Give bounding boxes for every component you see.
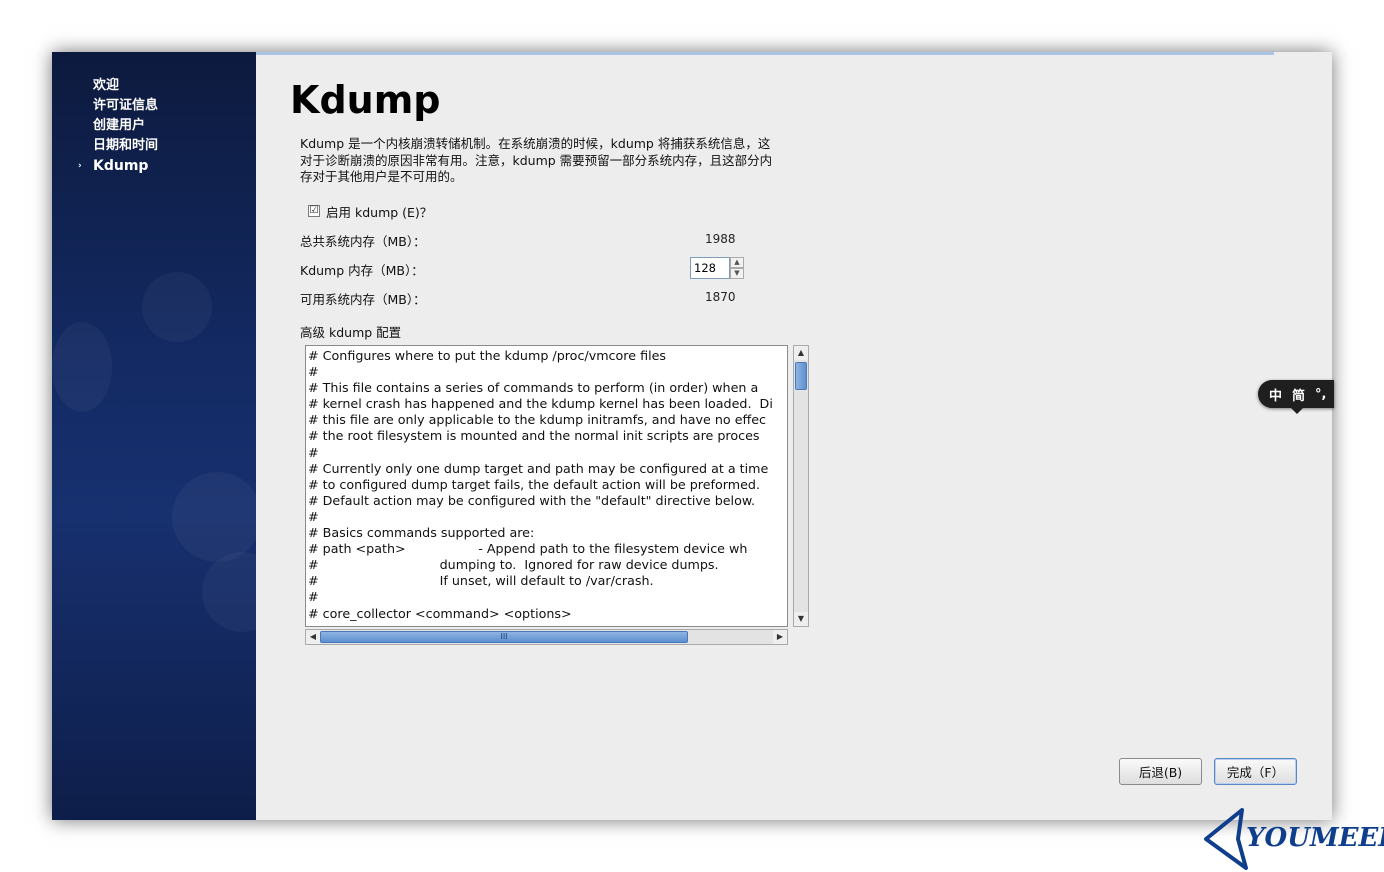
config-text[interactable]: # Configures where to put the kdump /pro…	[306, 346, 787, 622]
youmeek-watermark-logo: YOUMEEK	[1202, 808, 1384, 870]
firstboot-window: 欢迎 许可证信息 创建用户 日期和时间 › Kdump Kdump Kdump 是…	[52, 52, 1332, 820]
kdump-description: Kdump 是一个内核崩溃转储机制。在系统崩溃的时候，kdump 将捕获系统信息…	[300, 136, 773, 184]
vertical-scrollbar[interactable]: ▲ ▼	[793, 345, 809, 627]
sidebar-item-welcome: 欢迎	[93, 78, 120, 93]
scroll-down-icon[interactable]: ▼	[794, 612, 808, 626]
total-memory-value: 1988	[705, 232, 736, 246]
advanced-config-title: 高级 kdump 配置	[300, 325, 402, 340]
ime-punctuation-mode[interactable]: °,	[1315, 387, 1326, 402]
total-memory-label: 总共系统内存（MB）：	[300, 234, 426, 249]
kdump-memory-label: Kdump 内存（MB）：	[300, 263, 424, 278]
input-method-toolbar[interactable]: 中 简 °,	[1258, 380, 1334, 414]
spin-up-icon[interactable]: ▲	[730, 257, 744, 268]
scroll-up-icon[interactable]: ▲	[794, 346, 808, 360]
usable-memory-value: 1870	[705, 290, 736, 304]
watermark-text: YOUMEEK	[1246, 823, 1384, 853]
ime-simplified-mode[interactable]: 简	[1292, 385, 1305, 404]
ime-chinese-mode[interactable]: 中	[1269, 385, 1282, 404]
scroll-right-icon[interactable]: ▶	[773, 630, 787, 644]
kdump-config-editor[interactable]: # Configures where to put the kdump /pro…	[305, 345, 788, 627]
back-button[interactable]: 后退(B)	[1119, 758, 1202, 785]
usable-memory-label: 可用系统内存（MB）：	[300, 292, 426, 307]
sidebar-nav: 欢迎 许可证信息 创建用户 日期和时间 › Kdump	[78, 76, 159, 176]
scroll-left-icon[interactable]: ◀	[306, 630, 320, 644]
enable-kdump-label: 启用 kdump (E)？	[326, 204, 433, 220]
horizontal-scroll-thumb[interactable]: III	[320, 631, 688, 643]
page-title: Kdump	[290, 78, 441, 122]
kdump-memory-input[interactable]	[690, 257, 730, 279]
enable-kdump-checkbox[interactable]: ☑	[308, 205, 320, 217]
kdump-memory-spinner[interactable]: ▲ ▼	[690, 257, 746, 279]
horizontal-scrollbar[interactable]: ◀ III ▶	[305, 629, 788, 645]
sidebar-item-create-user: 创建用户	[93, 118, 146, 133]
spin-down-icon[interactable]: ▼	[730, 268, 744, 279]
sidebar-item-kdump: › Kdump	[78, 158, 149, 174]
sidebar-item-date-time: 日期和时间	[93, 138, 159, 153]
vertical-scroll-thumb[interactable]	[795, 362, 807, 390]
current-step-marker-icon: ›	[78, 161, 82, 171]
enable-kdump-row[interactable]: ☑ 启用 kdump (E)？	[308, 202, 432, 220]
finish-button[interactable]: 完成（F）	[1214, 758, 1297, 785]
main-content: Kdump Kdump 是一个内核崩溃转储机制。在系统崩溃的时候，kdump 将…	[256, 52, 1332, 820]
sidebar-item-license: 许可证信息	[93, 98, 159, 113]
sidebar: 欢迎 许可证信息 创建用户 日期和时间 › Kdump	[52, 52, 256, 820]
